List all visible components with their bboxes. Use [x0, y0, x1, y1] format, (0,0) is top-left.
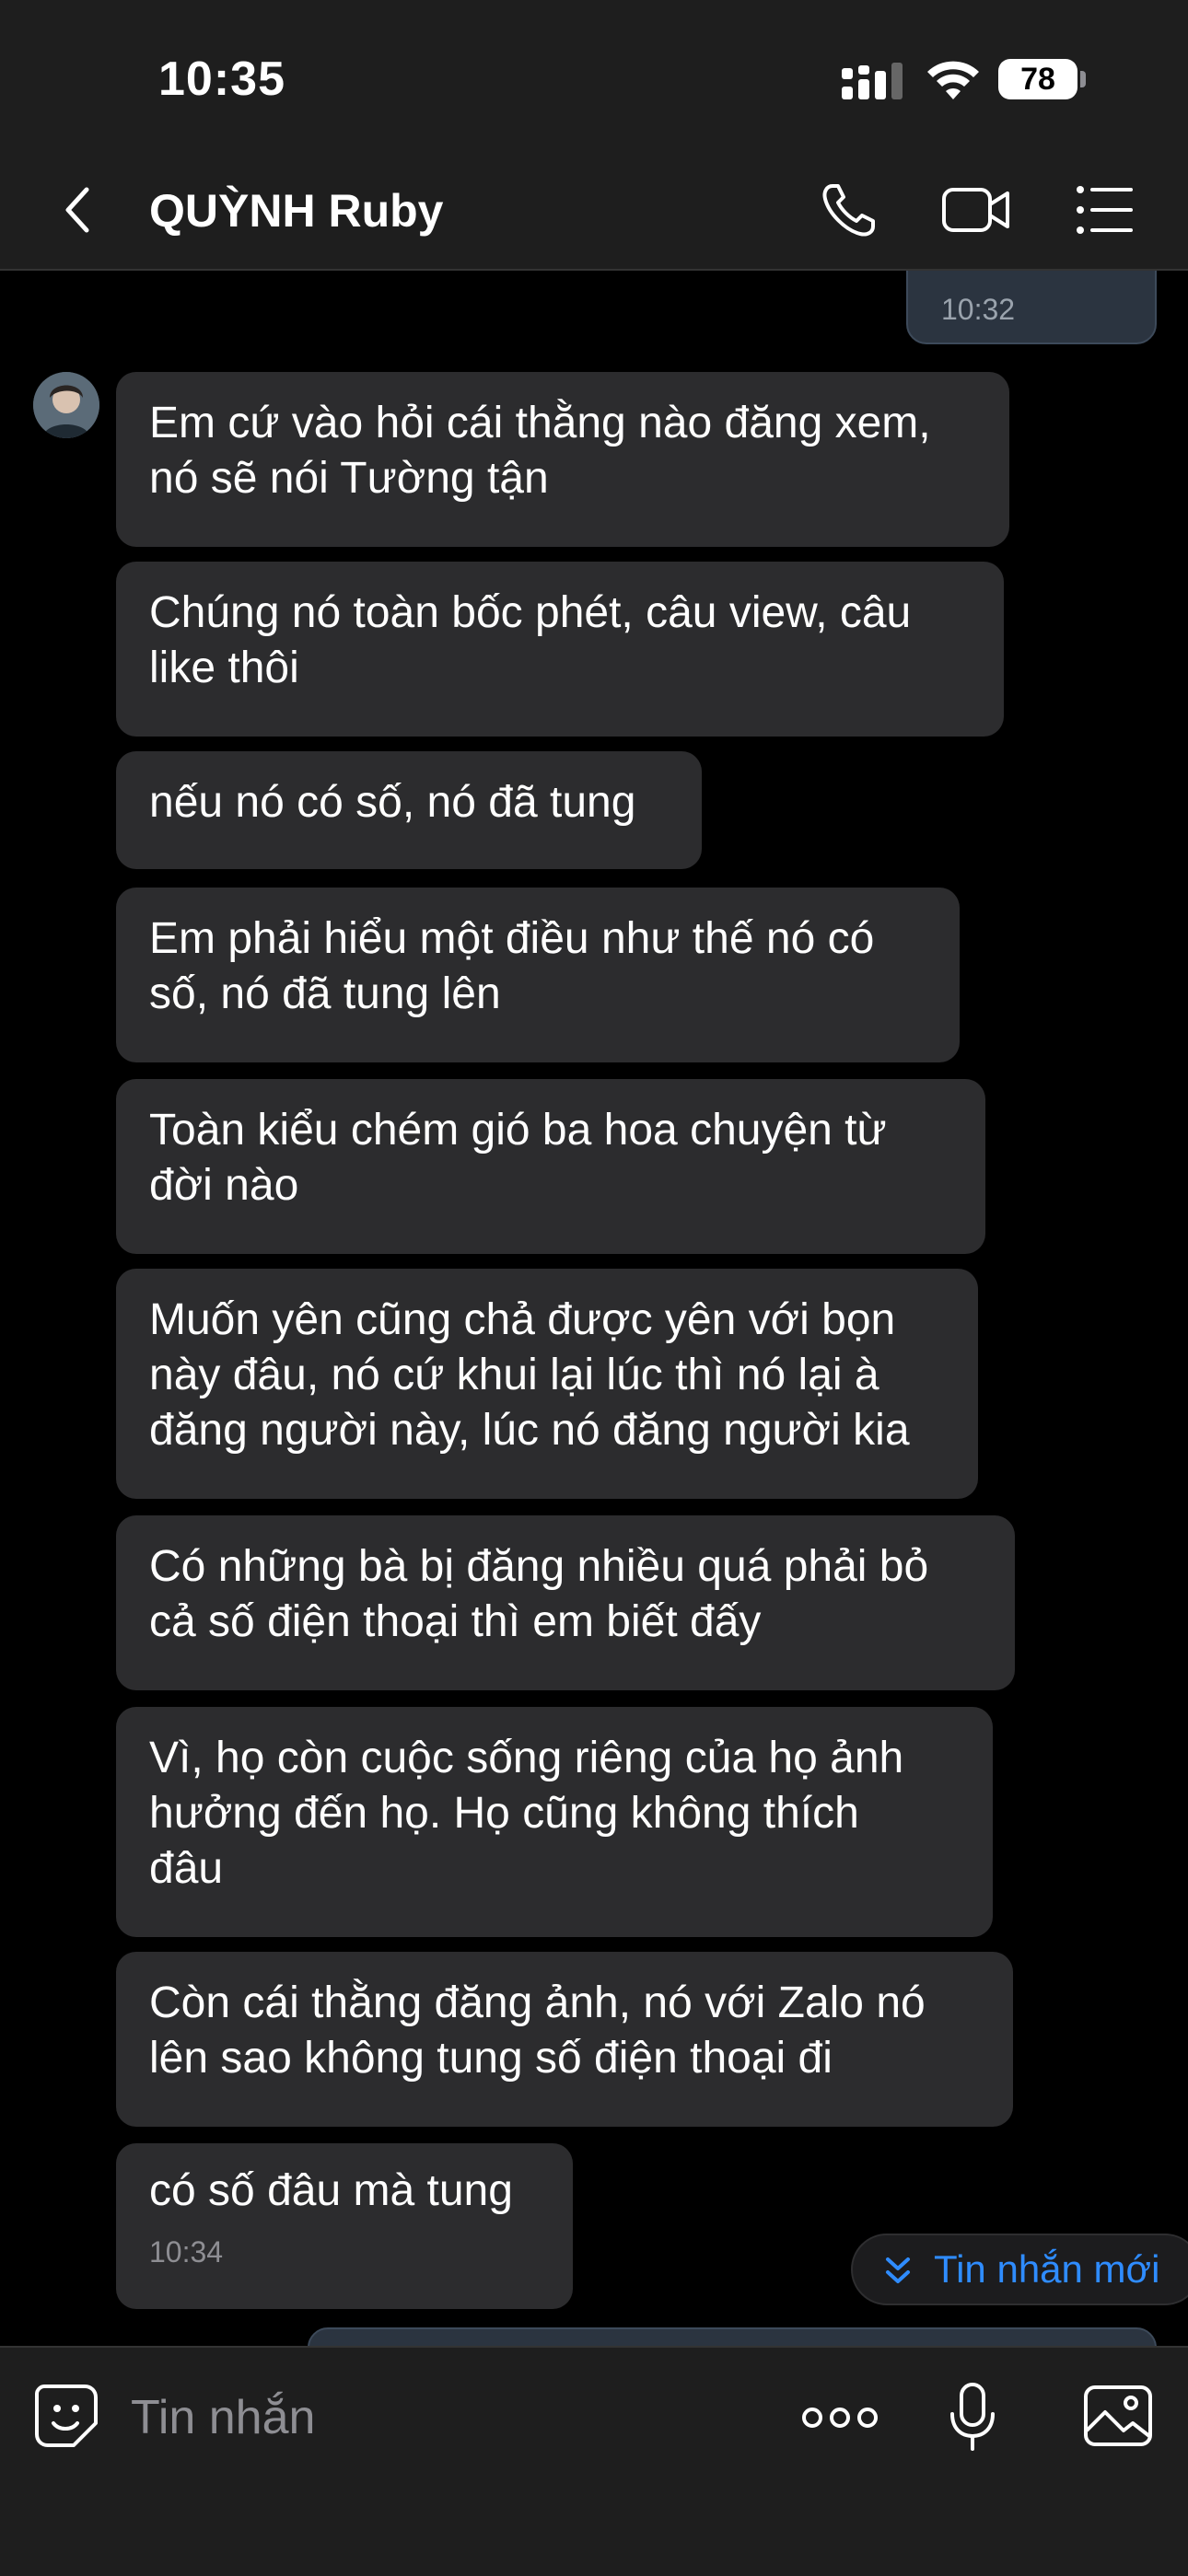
avatar-image [33, 372, 99, 438]
wifi-icon [927, 61, 979, 99]
message-bubble[interactable]: Vì, họ còn cuộc sống riêng của họ ảnh hư… [116, 1707, 993, 1937]
message-list[interactable]: 10:32 Em cứ vào hỏi cái thằng nào đăng x… [0, 271, 1188, 2346]
microphone-icon[interactable] [949, 2383, 996, 2453]
message-text: Có những bà bị đăng nhiều quá phải bỏ cả… [149, 1542, 929, 1646]
cellular-signal-icon [842, 63, 903, 99]
message-text: Muốn yên cũng chả được yên với bọn này đ… [149, 1295, 910, 1455]
message-bubble[interactable]: Muốn yên cũng chả được yên với bọn này đ… [116, 1269, 978, 1499]
battery-tip [1080, 71, 1086, 87]
message-bubble[interactable]: Còn cái thằng đăng ảnh, nó với Zalo nó l… [116, 1952, 1013, 2127]
message-input[interactable]: Tin nhắn [131, 2390, 315, 2445]
message-time: 10:32 [941, 293, 1016, 326]
avatar[interactable] [33, 372, 99, 438]
message-text: Vì, họ còn cuộc sống riêng của họ ảnh hư… [149, 1734, 904, 1893]
list-menu-icon[interactable] [1076, 184, 1135, 236]
message-text: Em cứ vào hỏi cái thằng nào đăng xem, nó… [149, 399, 931, 503]
message-input-bar: Tin nhắn [0, 2346, 1188, 2576]
message-bubble[interactable]: Chúng nó toàn bốc phét, câu view, câu li… [116, 562, 1004, 737]
message-time: 10:34 [149, 2235, 224, 2269]
video-camera-icon[interactable] [941, 182, 1011, 238]
more-dots-icon[interactable] [801, 2407, 879, 2429]
message-text: Còn cái thằng đăng ảnh, nó với Zalo nó l… [149, 1978, 926, 2083]
message-bubble[interactable]: Toàn kiểu chém gió ba hoa chuyện từ đời … [116, 1079, 985, 1254]
message-text: nếu nó có số, nó đã tung [149, 778, 636, 827]
chevron-left-icon[interactable] [55, 184, 103, 236]
new-messages-button[interactable]: Tin nhắn mới [851, 2234, 1188, 2305]
sticker-icon[interactable] [33, 2383, 99, 2449]
message-bubble[interactable]: có số đâu mà tung 10:34 [116, 2143, 573, 2309]
phone-icon[interactable] [820, 180, 879, 239]
chat-header: QUỲNH Ruby [0, 151, 1188, 271]
message-text: Chúng nó toàn bốc phét, câu view, câu li… [149, 588, 912, 692]
message-bubble[interactable]: nếu nó có số, nó đã tung [116, 751, 702, 869]
status-time: 10:35 [158, 52, 285, 106]
message-bubble[interactable]: Em cứ vào hỏi cái thằng nào đăng xem, nó… [116, 372, 1009, 547]
battery-indicator: 78 [998, 59, 1077, 99]
sent-message-bubble[interactable] [308, 2327, 1157, 2346]
message-text: Em phải hiểu một điều như thế nó có số, … [149, 914, 875, 1018]
message-bubble[interactable]: Có những bà bị đăng nhiều quá phải bỏ cả… [116, 1515, 1015, 1690]
contact-name[interactable]: QUỲNH Ruby [149, 184, 443, 238]
message-text: có số đâu mà tung [149, 2166, 513, 2215]
message-bubble[interactable]: Em phải hiểu một điều như thế nó có số, … [116, 888, 960, 1062]
message-text: Toàn kiểu chém gió ba hoa chuyện từ đời … [149, 1106, 887, 1210]
sent-message-bubble[interactable]: 10:32 [906, 271, 1157, 344]
image-icon[interactable] [1083, 2385, 1153, 2447]
status-bar: 10:35 78 [0, 0, 1188, 151]
chevron-down-double-icon [886, 2257, 910, 2283]
new-messages-label: Tin nhắn mới [934, 2247, 1160, 2291]
